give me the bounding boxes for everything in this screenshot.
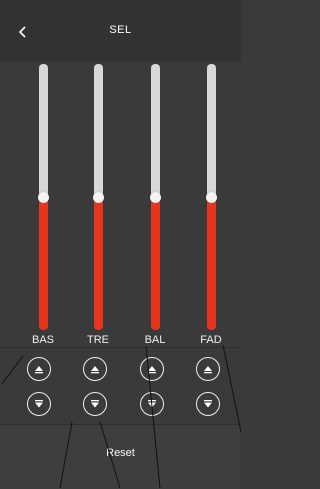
triangle-down-icon — [35, 400, 43, 408]
triangle-down-icon — [148, 400, 156, 408]
slider-track-upper — [207, 64, 216, 197]
reset-button[interactable]: Reset — [0, 424, 241, 489]
reset-label: Reset — [106, 447, 135, 459]
slider-track-upper — [151, 64, 160, 197]
slider-track-upper — [94, 64, 103, 197]
balance-up-button[interactable] — [140, 357, 164, 381]
fader-up-button[interactable] — [196, 357, 220, 381]
slider-panel: BAS TRE BAL FAD Reset — [0, 62, 241, 489]
page-title: SEL — [109, 24, 132, 36]
slider-label-bas: BAS — [31, 334, 54, 346]
slider-track-lower — [94, 197, 103, 330]
slider-track-lower — [151, 197, 160, 330]
slider-track-upper — [39, 64, 48, 197]
triangle-up-icon — [204, 366, 212, 374]
header: SEL — [0, 0, 241, 62]
slider-knob[interactable] — [93, 192, 104, 203]
fader-slider[interactable] — [183, 64, 239, 334]
slider-knob[interactable] — [38, 192, 49, 203]
bass-up-button[interactable] — [27, 357, 51, 381]
bass-slider[interactable] — [15, 64, 71, 334]
triangle-down-icon — [204, 400, 212, 408]
slider-label-tre: TRE — [87, 334, 109, 346]
triangle-up-icon — [35, 366, 43, 374]
slider-label-bal: BAL — [144, 334, 166, 346]
balance-slider[interactable] — [127, 64, 183, 334]
treble-up-button[interactable] — [83, 357, 107, 381]
slider-knob[interactable] — [206, 192, 217, 203]
treble-slider[interactable] — [70, 64, 126, 334]
slider-track-lower — [39, 197, 48, 330]
slider-knob[interactable] — [150, 192, 161, 203]
bass-down-button[interactable] — [27, 392, 51, 416]
slider-label-fad: FAD — [200, 334, 222, 346]
triangle-down-icon — [91, 400, 99, 408]
slider-track-lower — [207, 197, 216, 330]
treble-down-button[interactable] — [83, 392, 107, 416]
fader-down-button[interactable] — [196, 392, 220, 416]
triangle-up-icon — [148, 366, 156, 374]
balance-down-button[interactable] — [140, 392, 164, 416]
step-controls — [0, 347, 241, 425]
triangle-up-icon — [91, 366, 99, 374]
